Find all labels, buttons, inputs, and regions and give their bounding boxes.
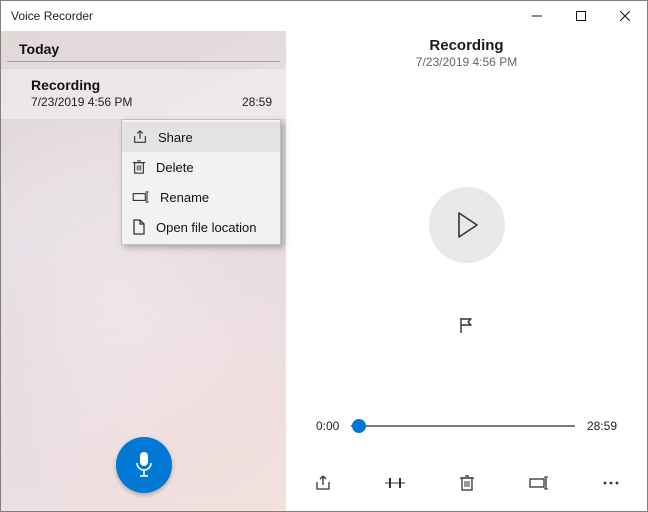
more-icon — [602, 480, 620, 486]
context-menu-label: Share — [158, 130, 193, 145]
context-menu-delete[interactable]: Delete — [122, 152, 280, 182]
add-marker-button[interactable] — [451, 309, 483, 341]
share-icon — [314, 474, 332, 492]
trim-icon — [385, 475, 405, 491]
app-title: Voice Recorder — [11, 9, 93, 23]
recording-list-item[interactable]: Recording 7/23/2019 4:56 PM 28:59 — [1, 68, 286, 120]
microphone-icon — [134, 451, 154, 479]
player-toolbar — [286, 469, 647, 497]
seek-track[interactable] — [351, 425, 575, 427]
elapsed-time: 0:00 — [316, 419, 339, 433]
trash-icon — [132, 159, 146, 175]
share-button[interactable] — [309, 469, 337, 497]
window-controls — [515, 1, 647, 31]
context-menu-rename[interactable]: Rename — [122, 182, 280, 212]
context-menu-label: Rename — [160, 190, 209, 205]
rename-button[interactable] — [525, 469, 553, 497]
flag-icon — [458, 316, 476, 334]
seek-thumb[interactable] — [352, 419, 366, 433]
share-icon — [132, 129, 148, 145]
trash-icon — [459, 474, 475, 492]
play-button[interactable] — [429, 187, 505, 263]
recording-item-duration: 28:59 — [242, 95, 272, 109]
player-title: Recording — [429, 37, 503, 54]
app-body: Today Recording 7/23/2019 4:56 PM 28:59 … — [1, 31, 647, 511]
file-icon — [132, 219, 146, 235]
maximize-button[interactable] — [559, 1, 603, 31]
play-icon — [455, 211, 479, 239]
record-button[interactable] — [116, 437, 172, 493]
section-header-today: Today — [7, 31, 280, 62]
context-menu-open-location[interactable]: Open file location — [122, 212, 280, 242]
context-menu-share[interactable]: Share — [122, 122, 280, 152]
context-menu-label: Open file location — [156, 220, 256, 235]
rename-icon — [529, 476, 549, 490]
rename-icon — [132, 191, 150, 203]
app-window: Voice Recorder Today Recording 7/23/2019… — [0, 0, 648, 512]
total-time: 28:59 — [587, 419, 617, 433]
more-button[interactable] — [597, 469, 625, 497]
delete-button[interactable] — [453, 469, 481, 497]
title-bar: Voice Recorder — [1, 1, 647, 31]
recordings-sidebar: Today Recording 7/23/2019 4:56 PM 28:59 — [1, 31, 286, 511]
close-button[interactable] — [603, 1, 647, 31]
player-panel: Recording 7/23/2019 4:56 PM 0:00 28:59 — [286, 31, 647, 511]
recording-item-timestamp: 7/23/2019 4:56 PM — [31, 95, 132, 109]
minimize-button[interactable] — [515, 1, 559, 31]
trim-button[interactable] — [381, 469, 409, 497]
recording-item-title: Recording — [31, 77, 272, 93]
context-menu: Share Delete Rename Open file location — [121, 119, 281, 245]
timeline: 0:00 28:59 — [316, 419, 617, 433]
context-menu-label: Delete — [156, 160, 194, 175]
player-timestamp: 7/23/2019 4:56 PM — [416, 55, 517, 69]
